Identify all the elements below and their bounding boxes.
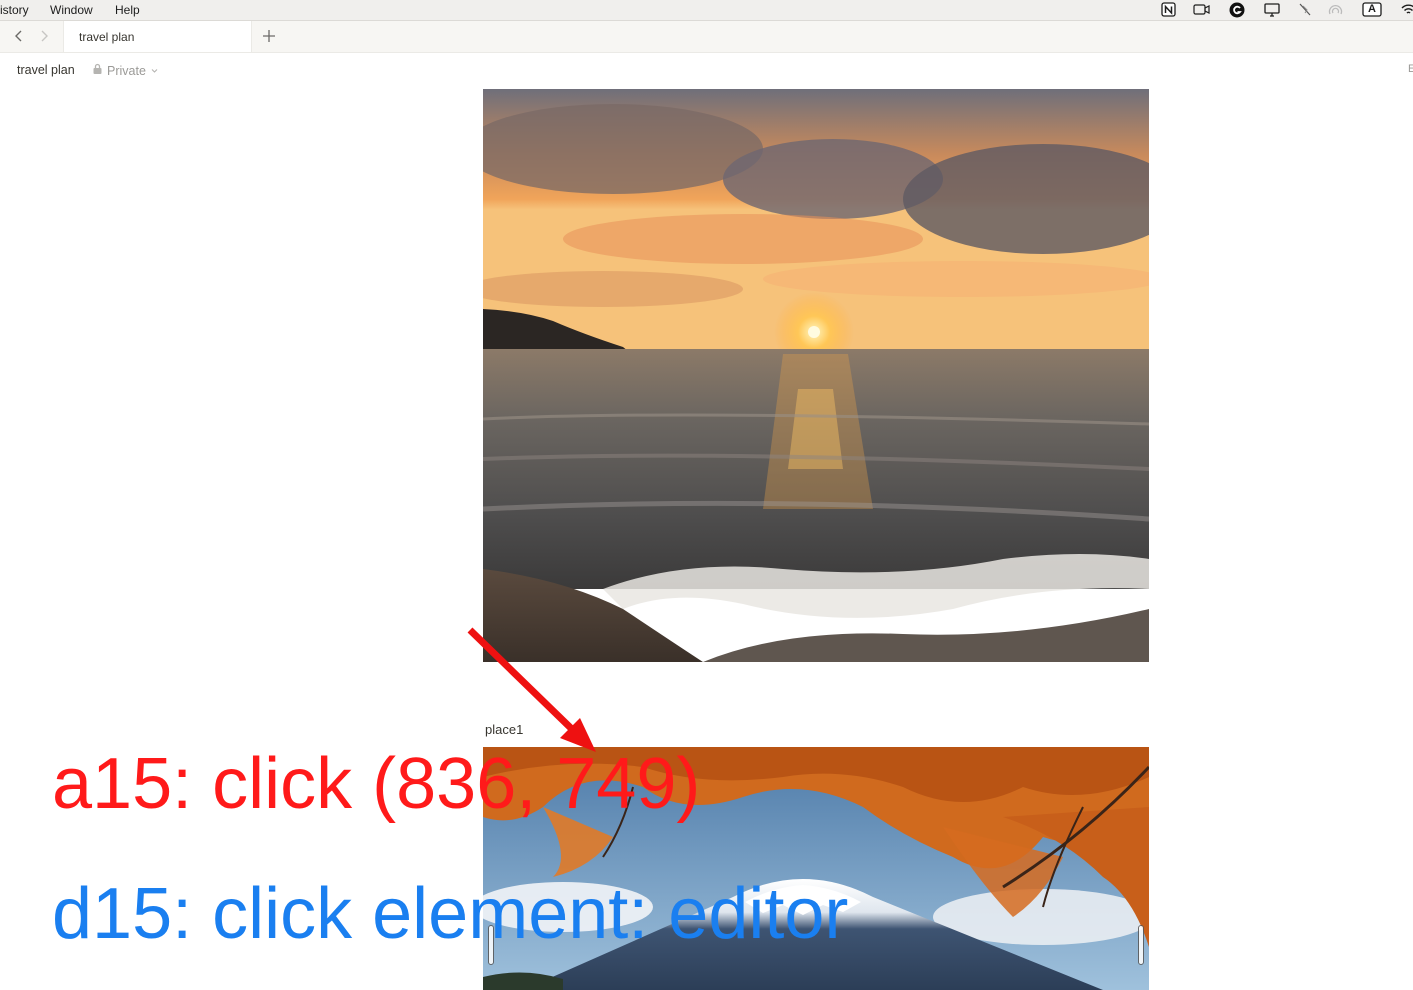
- mute-icon[interactable]: [1298, 2, 1312, 18]
- tab-travel-plan[interactable]: travel plan: [63, 21, 252, 52]
- new-tab-plus-icon[interactable]: [261, 28, 277, 44]
- back-icon[interactable]: [11, 28, 27, 44]
- screen-record-icon[interactable]: [1193, 2, 1211, 18]
- action-annotation: a15: click (836, 749): [52, 744, 701, 824]
- menu-help[interactable]: Help: [115, 3, 140, 17]
- description-annotation: d15: click element: editor: [52, 874, 849, 954]
- forward-icon[interactable]: [36, 28, 52, 44]
- notion-icon[interactable]: [1161, 2, 1176, 18]
- menu-window[interactable]: Window: [50, 3, 93, 17]
- grammarly-icon[interactable]: [1229, 2, 1245, 18]
- input-source-icon[interactable]: A: [1362, 2, 1382, 18]
- edge-cut-text: E: [1408, 63, 1413, 75]
- chevron-down-icon: [150, 64, 159, 78]
- privacy-menu[interactable]: Private: [92, 63, 159, 78]
- menubar: istory Window Help A: [0, 0, 1413, 21]
- image-caption[interactable]: place1: [485, 722, 523, 737]
- wifi-icon[interactable]: [1401, 2, 1413, 18]
- tab-bar: travel plan: [0, 21, 1413, 53]
- breadcrumb-page-title[interactable]: travel plan: [17, 63, 75, 77]
- menu-history[interactable]: istory: [0, 3, 29, 17]
- resize-handle-right[interactable]: [1138, 925, 1144, 965]
- lock-icon: [92, 63, 103, 78]
- page-header: travel plan Private E: [0, 52, 1413, 88]
- sunset-image[interactable]: [483, 89, 1149, 662]
- display-icon[interactable]: [1264, 2, 1280, 18]
- tab-label: travel plan: [79, 30, 135, 44]
- privacy-label: Private: [107, 63, 146, 78]
- input-source-label: A: [1368, 3, 1376, 15]
- airdrop-icon[interactable]: [1328, 2, 1343, 18]
